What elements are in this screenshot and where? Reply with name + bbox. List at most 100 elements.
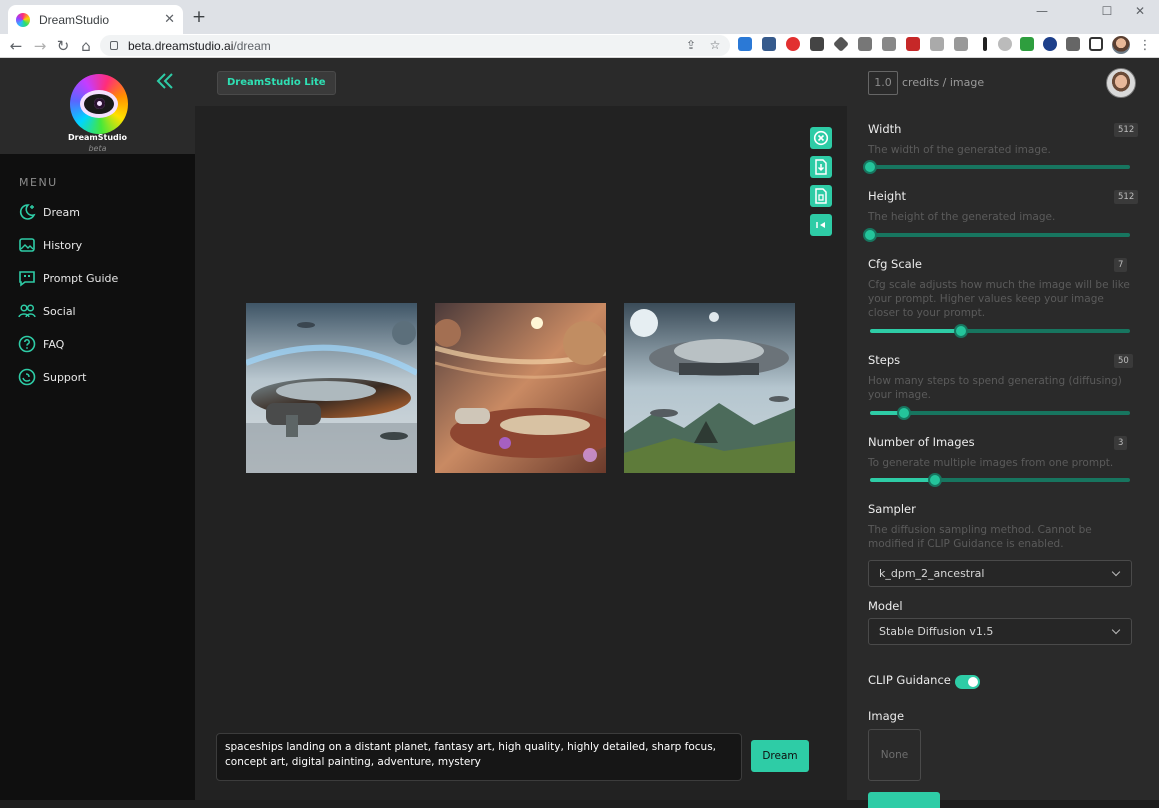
collapse-sidebar-icon[interactable] — [155, 71, 175, 91]
slider-handle[interactable] — [928, 473, 942, 487]
chevron-down-icon — [1111, 567, 1121, 577]
height-description: The height of the generated image. — [868, 211, 1056, 223]
browser-tab[interactable]: DreamStudio ✕ — [8, 5, 183, 34]
nav-item-dream[interactable]: Dream — [18, 201, 80, 223]
generated-image-3[interactable] — [624, 303, 795, 473]
sampler-description: The diffusion sampling method. Cannot be… — [868, 524, 1092, 550]
reset-button[interactable] — [810, 214, 832, 236]
adblock-extension-icon[interactable] — [786, 37, 800, 51]
bookmark-star-icon[interactable]: ☆ — [706, 35, 724, 56]
tab-close-icon[interactable]: ✕ — [164, 12, 175, 27]
nav-item-social[interactable]: Social — [18, 300, 76, 322]
generated-image-1[interactable] — [246, 303, 417, 473]
sampler-select[interactable]: k_dpm_2_ancestral — [868, 560, 1132, 587]
cfg-scale-value: 7 — [1114, 258, 1128, 272]
image-label: Image — [868, 709, 905, 723]
close-circle-icon — [813, 130, 829, 146]
sampler-selected-value: k_dpm_2_ancestral — [879, 567, 985, 580]
num-images-label: Number of Images — [868, 435, 975, 449]
clip-guidance-toggle[interactable] — [955, 675, 980, 689]
extension-icon[interactable] — [882, 37, 896, 51]
browser-profile-avatar[interactable] — [1112, 36, 1130, 54]
nav-label: FAQ — [43, 337, 65, 351]
steps-description: How many steps to spend generating (diff… — [868, 375, 1122, 401]
model-select[interactable]: Stable Diffusion v1.5 — [868, 618, 1132, 645]
url-text: beta.dreamstudio.ai/dream — [128, 38, 271, 53]
browser-tabbar: DreamStudio ✕ + — ☐ ✕ — [0, 0, 1159, 34]
chevron-down-icon — [1111, 625, 1121, 635]
new-tab-button[interactable]: + — [190, 8, 208, 26]
extension-icon[interactable] — [1043, 37, 1057, 51]
window-minimize-button[interactable]: — — [1030, 4, 1054, 20]
nav-label: Support — [43, 370, 87, 384]
nav-item-faq[interactable]: FAQ — [18, 333, 64, 355]
skip-back-icon — [816, 222, 825, 228]
extension-icon[interactable] — [906, 37, 920, 51]
download-icon — [815, 159, 827, 175]
nav-label: Dream — [43, 205, 80, 219]
slider-handle[interactable] — [954, 324, 968, 338]
rocket-extension-icon[interactable] — [810, 37, 824, 51]
app-root: DreamStudio beta MENU Dream History Prom… — [0, 58, 1159, 808]
nav-label: Prompt Guide — [43, 271, 119, 285]
height-slider[interactable] — [863, 228, 1130, 242]
address-bar[interactable]: beta.dreamstudio.ai/dream ⇪ ☆ — [100, 35, 730, 56]
init-image-slot[interactable]: None — [868, 729, 921, 781]
extension-icon[interactable] — [858, 37, 872, 51]
slider-handle[interactable] — [896, 406, 911, 420]
num-images-description: To generate multiple images from one pro… — [868, 457, 1114, 469]
cfg-scale-slider[interactable] — [870, 324, 1130, 338]
prompt-input[interactable]: spaceships landing on a distant planet, … — [216, 733, 742, 781]
support-icon — [18, 368, 36, 386]
slider-handle[interactable] — [863, 228, 877, 242]
clip-guidance-label: CLIP Guidance — [868, 673, 951, 687]
nav-item-support[interactable]: Support — [18, 366, 86, 388]
slider-handle[interactable] — [863, 160, 877, 174]
dreamstudio-lite-badge[interactable]: DreamStudio Lite — [217, 71, 336, 95]
model-selected-value: Stable Diffusion v1.5 — [879, 625, 994, 638]
extension-icon[interactable] — [1020, 37, 1034, 51]
width-value: 512 — [1114, 123, 1139, 137]
dreamstudio-favicon-icon — [16, 12, 30, 27]
camera-extension-icon[interactable] — [954, 37, 968, 51]
extension-icon[interactable] — [833, 36, 849, 52]
height-label: Height — [868, 189, 907, 203]
steps-slider[interactable] — [870, 406, 1130, 420]
brand-tag: beta — [88, 144, 107, 153]
share-icon[interactable]: ⇪ — [682, 35, 700, 56]
reload-button[interactable]: ↻ — [54, 37, 72, 55]
puzzle-icon[interactable] — [1066, 37, 1080, 51]
extension-icon[interactable] — [762, 37, 776, 51]
chat-quote-icon — [19, 271, 35, 287]
back-button[interactable]: ← — [7, 37, 25, 55]
dream-button[interactable]: Dream — [751, 740, 809, 772]
nav-item-prompt-guide[interactable]: Prompt Guide — [18, 267, 118, 289]
forward-button[interactable]: → — [31, 37, 49, 55]
extension-icon[interactable] — [998, 37, 1012, 51]
credits-value: 1.0 — [868, 71, 898, 95]
download-button[interactable] — [810, 156, 832, 178]
home-button[interactable]: ⌂ — [77, 37, 95, 55]
sampler-label: Sampler — [868, 502, 916, 516]
sidepanel-icon[interactable] — [1089, 37, 1103, 51]
window-maximize-button[interactable]: ☐ — [1095, 4, 1119, 20]
menu-label: MENU — [19, 176, 58, 189]
user-avatar[interactable] — [1106, 68, 1136, 98]
question-circle-icon — [18, 335, 36, 353]
generated-image-2[interactable] — [435, 303, 606, 473]
export-button[interactable] — [810, 185, 832, 207]
dreamstudio-logo[interactable] — [70, 74, 128, 134]
width-slider[interactable] — [863, 160, 1130, 174]
nav-item-history[interactable]: History — [18, 234, 82, 256]
cfg-scale-label: Cfg Scale — [868, 257, 922, 271]
extension-icon[interactable] — [738, 37, 752, 51]
extension-icon[interactable] — [930, 37, 944, 51]
choose-image-button[interactable] — [868, 792, 940, 808]
num-images-slider[interactable] — [870, 473, 1130, 487]
nav-label: History — [43, 238, 83, 252]
window-close-button[interactable]: ✕ — [1128, 4, 1152, 20]
cfg-scale-description: Cfg scale adjusts how much the image wil… — [868, 279, 1130, 319]
extension-icon[interactable] — [983, 37, 987, 51]
clear-images-button[interactable] — [810, 127, 832, 149]
browser-menu-icon[interactable]: ⋮ — [1136, 37, 1154, 55]
